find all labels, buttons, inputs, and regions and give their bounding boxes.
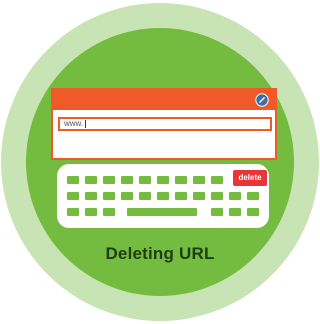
- browser-title-bar: [53, 90, 275, 110]
- key[interactable]: [85, 176, 97, 184]
- globe-icon[interactable]: [255, 93, 269, 107]
- key[interactable]: [103, 208, 115, 216]
- key[interactable]: [67, 176, 79, 184]
- keyboard: delete: [57, 164, 269, 228]
- key[interactable]: [175, 176, 187, 184]
- key[interactable]: [157, 192, 169, 200]
- key[interactable]: [103, 176, 115, 184]
- key[interactable]: [175, 192, 187, 200]
- browser-window: www.: [51, 88, 277, 160]
- key[interactable]: [67, 192, 79, 200]
- key[interactable]: [211, 176, 223, 184]
- key[interactable]: [247, 208, 259, 216]
- key[interactable]: [157, 176, 169, 184]
- key[interactable]: [247, 192, 259, 200]
- url-address-bar[interactable]: www.: [58, 117, 272, 131]
- space-key[interactable]: [127, 208, 197, 216]
- key[interactable]: [139, 176, 151, 184]
- key[interactable]: [121, 176, 133, 184]
- key[interactable]: [229, 192, 241, 200]
- key[interactable]: [193, 192, 205, 200]
- key[interactable]: [85, 192, 97, 200]
- delete-key[interactable]: delete: [233, 170, 267, 186]
- key[interactable]: [211, 208, 223, 216]
- key[interactable]: [85, 208, 97, 216]
- key[interactable]: [139, 192, 151, 200]
- key[interactable]: [193, 176, 205, 184]
- key[interactable]: [211, 192, 223, 200]
- key[interactable]: [121, 192, 133, 200]
- key[interactable]: [67, 208, 79, 216]
- text-cursor: [85, 119, 87, 128]
- key[interactable]: [229, 208, 241, 216]
- url-text: www.: [64, 119, 84, 128]
- caption: Deleting URL: [105, 244, 215, 263]
- key[interactable]: [103, 192, 115, 200]
